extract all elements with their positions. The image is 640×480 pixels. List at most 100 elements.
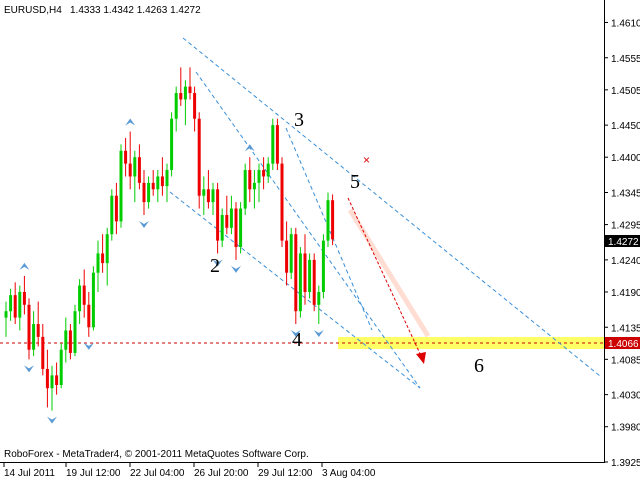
candle-body [160,176,164,187]
candle-body [220,214,224,241]
candle-body [312,259,316,305]
candle-body [91,272,95,328]
target-price-label: 1.4066 [608,339,639,350]
chart-ohlc: 1.4333 1.4342 1.4263 1.4272 [70,5,201,16]
candle-body [303,253,307,292]
candle-body [87,304,91,328]
y-tick-label: 1.4135 [611,323,640,334]
y-tick-label: 1.4345 [611,189,640,200]
candle-body [280,163,284,241]
candle-body [275,125,279,164]
candle-body [96,253,100,273]
candle-body [119,150,123,222]
candle-body [266,163,270,177]
candle-body [64,330,68,350]
candle-body [202,189,206,196]
candle-body [216,189,220,241]
x-tick-label: 19 Jul 12:00 [66,468,121,479]
wave-label-4: 4 [292,329,302,351]
candle-body [179,93,183,100]
wave-label-6: 6 [474,355,484,377]
candle-body [229,208,233,228]
price-chart[interactable]: × 2 3 4 5 6 1.4610 1.4555 1.4505 1.4450 1.44… [0,0,640,480]
y-tick-label: 1.4030 [611,391,640,402]
candle [91,266,95,331]
candle [73,304,77,357]
x-tick-label: 3 Aug 04:00 [322,468,376,479]
candle-body [298,253,302,312]
candle-body [193,93,197,119]
candle [308,253,312,299]
candle-body [156,176,160,190]
candle-body [13,295,17,318]
candle-body [9,295,13,312]
candle-body [105,234,109,264]
candle-body [133,157,137,177]
x-tick-label: 29 Jul 12:00 [258,468,313,479]
y-tick-label: 1.4505 [611,86,640,97]
candle-body [271,125,275,164]
candle-body [73,311,77,353]
candle-body [110,195,114,235]
candle [298,247,302,318]
candle-body [317,291,321,305]
candle-body [50,375,54,389]
candle-body [45,368,49,389]
candle-body [55,375,59,385]
cross-marker: × [363,153,370,167]
candle-body [257,170,261,183]
wave-label-3: 3 [294,109,304,131]
candle [321,234,325,299]
y-tick-label: 1.4295 [611,221,640,232]
candle-body [326,200,330,241]
candle-body [165,170,169,187]
candle [326,192,330,248]
candle [170,112,174,177]
candle-body [294,234,298,312]
y-tick-label: 1.4190 [611,288,640,299]
wave-label-2: 2 [210,255,220,277]
chart-symbol: EURUSD,H4 [4,5,62,16]
candle [119,144,123,228]
candle-body [36,324,40,337]
candle-body [243,170,247,209]
candle-body [114,195,118,222]
x-tick-label: 22 Jul 04:00 [130,468,185,479]
candle [110,189,114,241]
candle-body [59,349,63,385]
candle [331,194,335,246]
candle-body [174,93,178,119]
candle [312,253,316,312]
candle-body [211,189,215,203]
candle-body [4,311,8,318]
candle-body [27,304,31,350]
candle-body [225,214,229,228]
candle-body [82,285,86,305]
candle [239,202,243,254]
candle-body [41,336,45,369]
candle [275,118,279,171]
candle-body [285,240,289,273]
candle-body [18,291,22,318]
candle-body [124,150,128,164]
candle [294,227,298,325]
candle-body [68,330,72,353]
chart-footer-copyright: RoboForex - MetaTrader4, © 2001-2011 Met… [4,449,309,460]
candle-body [289,234,293,273]
candle [280,157,284,248]
candle-body [147,182,151,203]
candle [197,112,201,209]
candle-body [248,170,252,190]
candle-body [151,182,155,190]
candle [271,118,275,171]
y-tick-label: 1.3925 [611,458,640,469]
candle-body [321,240,325,292]
candle-body [206,189,210,203]
x-tick-label: 26 Jul 20:00 [194,468,249,479]
candle-body [331,200,335,240]
y-tick-label: 1.3980 [611,423,640,434]
candle-body [142,182,146,203]
candle-body [197,118,201,196]
y-tick-label: 1.4400 [611,153,640,164]
candle-body [262,170,266,177]
